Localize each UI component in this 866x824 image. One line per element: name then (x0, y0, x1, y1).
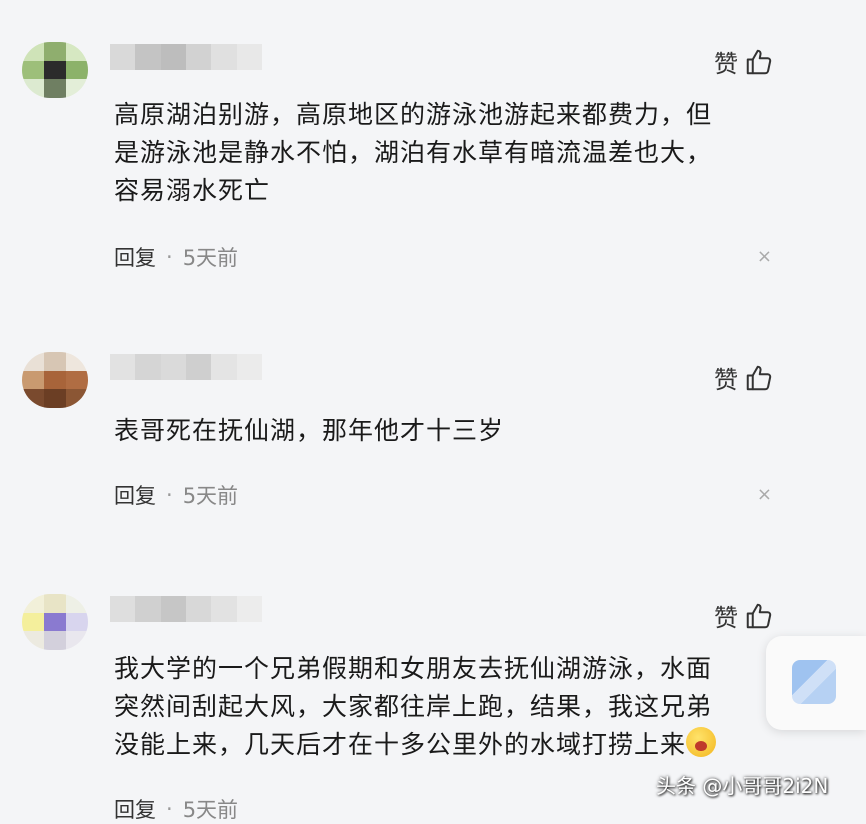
avatar[interactable] (22, 42, 88, 98)
timestamp: 5天前 (182, 798, 239, 822)
separator-dot: · (166, 797, 173, 821)
avatar[interactable] (22, 594, 88, 650)
timestamp: 5天前 (182, 246, 239, 270)
username-blurred[interactable] (110, 354, 262, 380)
thumbs-up-icon (746, 49, 772, 74)
comment-text: 高原湖泊别游，高原地区的游泳池游起来都费力，但 是游泳池是静水不怕，湖泊有水草有… (114, 100, 713, 205)
watermark: 头条 @小哥哥2i2N (656, 774, 829, 798)
close-icon[interactable]: × (757, 246, 772, 267)
like-button[interactable]: 赞 (714, 360, 774, 395)
comment-meta: 回复 · 5天前 (114, 794, 238, 824)
comment-meta: 回复 · 5天前 (114, 480, 238, 510)
reply-button[interactable]: 回复 (114, 242, 156, 272)
separator-dot: · (166, 245, 173, 269)
like-button[interactable]: 赞 (714, 44, 774, 79)
username-blurred[interactable] (110, 596, 262, 622)
comment-text: 我大学的一个兄弟假期和女朋友去抚仙湖游泳，水面 突然间刮起大风，大家都往岸上跑，… (114, 650, 774, 764)
like-label: 赞 (714, 50, 738, 78)
thumbs-up-icon (746, 365, 772, 390)
comment-meta: 回复 · 5天前 (114, 242, 238, 272)
reply-button[interactable]: 回复 (114, 480, 156, 510)
like-label: 赞 (714, 366, 738, 394)
thumbs-up-icon (746, 603, 772, 628)
timestamp: 5天前 (182, 484, 239, 508)
floating-action-button[interactable] (766, 636, 866, 730)
avatar[interactable] (22, 352, 88, 408)
like-label: 赞 (714, 604, 738, 632)
username-blurred[interactable] (110, 44, 262, 70)
like-button[interactable]: 赞 (714, 598, 774, 633)
separator-dot: · (166, 483, 173, 507)
floating-button-icon (792, 660, 836, 704)
crying-face-emoji (686, 727, 717, 757)
reply-button[interactable]: 回复 (114, 794, 156, 824)
close-icon[interactable]: × (757, 484, 772, 505)
comment-text: 表哥死在抚仙湖，那年他才十三岁 (114, 416, 505, 445)
